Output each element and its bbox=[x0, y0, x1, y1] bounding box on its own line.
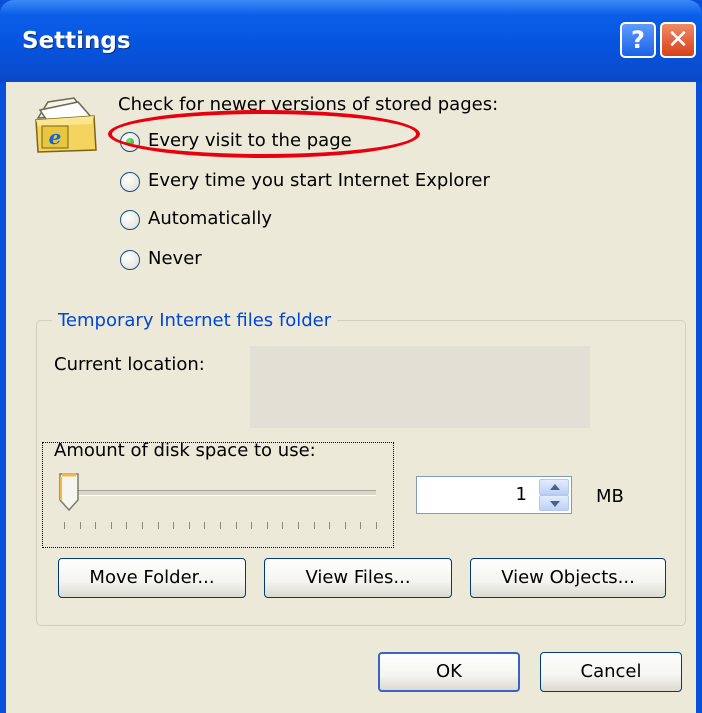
dialog-body: e Check for newer versions of stored pag… bbox=[6, 82, 696, 713]
slider-ticks bbox=[64, 522, 378, 530]
radio-label: Automatically bbox=[148, 208, 272, 229]
radio-selected-dot bbox=[126, 138, 134, 146]
slider-tick bbox=[188, 522, 190, 529]
title-bar[interactable]: Settings ? ✕ bbox=[0, 0, 702, 82]
radio-button[interactable] bbox=[120, 132, 140, 152]
slider-tick bbox=[173, 522, 175, 529]
group-title: Temporary Internet files folder bbox=[52, 310, 338, 331]
slider-tick bbox=[157, 522, 159, 529]
help-icon: ? bbox=[631, 26, 645, 54]
slider-tick bbox=[360, 522, 362, 529]
slider-tick bbox=[298, 522, 299, 529]
slider-tick bbox=[64, 522, 65, 529]
current-location-value bbox=[250, 346, 590, 428]
slider-track bbox=[64, 490, 376, 496]
check-heading: Check for newer versions of stored pages… bbox=[118, 94, 499, 115]
slider-tick bbox=[282, 522, 284, 529]
settings-window: Settings ? ✕ e Check for newer versions … bbox=[0, 0, 702, 713]
slider-tick bbox=[142, 522, 143, 529]
slider-tick bbox=[313, 522, 315, 529]
unit-label: MB bbox=[596, 486, 624, 507]
cancel-button[interactable]: Cancel bbox=[540, 652, 682, 692]
radio-button[interactable] bbox=[120, 250, 140, 270]
view-files-button[interactable]: View Files... bbox=[264, 558, 452, 598]
spin-down-arrow-icon[interactable] bbox=[539, 495, 569, 511]
slider-tick bbox=[110, 522, 112, 529]
disk-space-spinner[interactable]: 1 bbox=[416, 476, 572, 514]
slider-tick bbox=[220, 522, 221, 529]
slider-tick bbox=[126, 522, 128, 529]
ok-button[interactable]: OK bbox=[378, 652, 520, 692]
slider-tick bbox=[266, 522, 268, 529]
slider-tick bbox=[251, 522, 253, 529]
radio-button[interactable] bbox=[120, 210, 140, 230]
slider-tick bbox=[235, 522, 237, 529]
view-objects-button[interactable]: View Objects... bbox=[470, 558, 666, 598]
radio-label: Never bbox=[148, 248, 202, 269]
move-folder-button[interactable]: Move Folder... bbox=[58, 558, 246, 598]
spin-up-arrow-icon[interactable] bbox=[539, 479, 569, 495]
slider-tick bbox=[344, 522, 346, 529]
radio-button[interactable] bbox=[120, 172, 140, 192]
ie-folder-icon: e bbox=[35, 97, 97, 153]
spinner-value[interactable]: 1 bbox=[516, 484, 527, 505]
radio-label: Every visit to the page bbox=[148, 130, 352, 151]
radio-label: Every time you start Internet Explorer bbox=[148, 170, 490, 191]
close-icon: ✕ bbox=[667, 25, 689, 55]
svg-text:e: e bbox=[49, 125, 62, 149]
window-title: Settings bbox=[22, 28, 131, 54]
slider-tick bbox=[329, 522, 331, 529]
slider-tick bbox=[79, 522, 81, 529]
slider-thumb[interactable] bbox=[58, 472, 80, 512]
slider-tick bbox=[376, 522, 377, 529]
slider-tick bbox=[95, 522, 97, 529]
close-button[interactable]: ✕ bbox=[660, 22, 696, 58]
slider-tick bbox=[204, 522, 206, 529]
current-location-label: Current location: bbox=[54, 354, 205, 375]
help-button[interactable]: ? bbox=[620, 22, 656, 58]
